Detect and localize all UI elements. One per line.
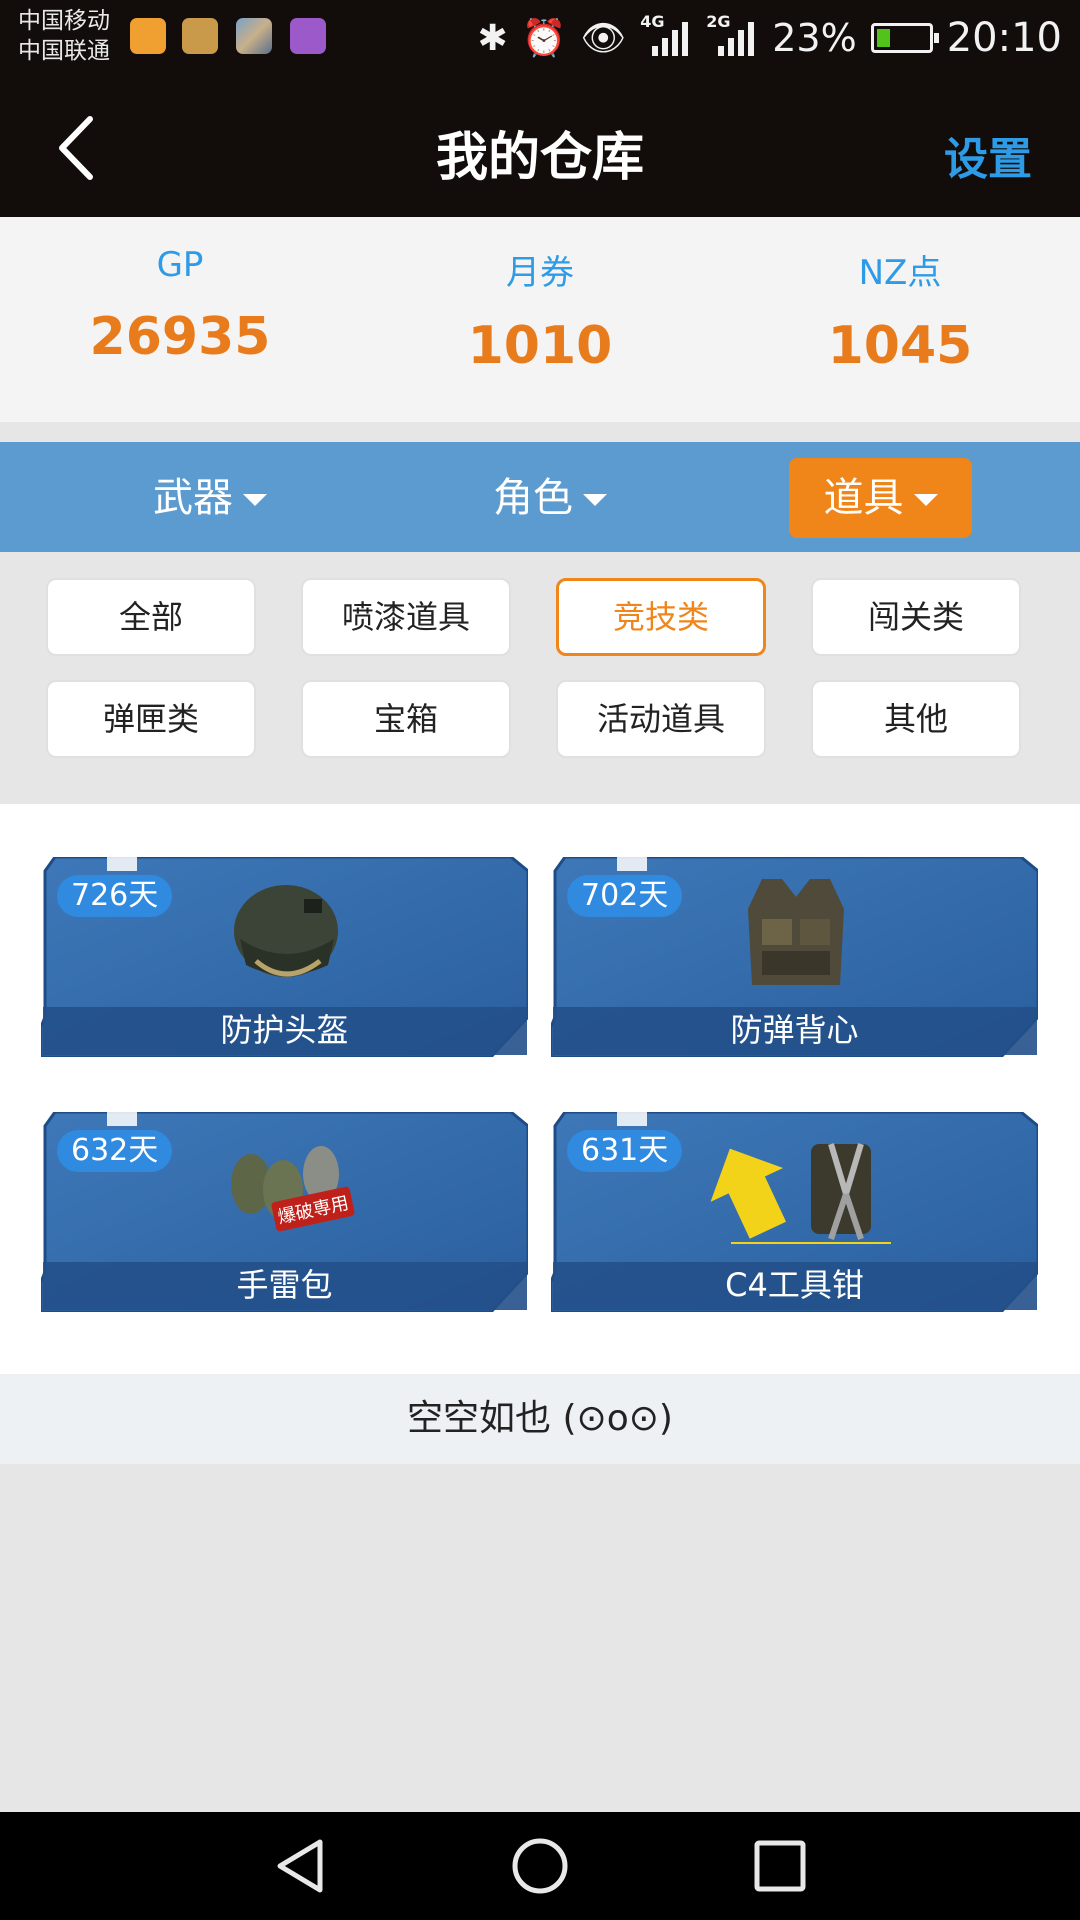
balance-value: 1010 bbox=[467, 316, 613, 376]
signal-2g-icon: 2G bbox=[706, 12, 758, 60]
filter-competitive[interactable]: 竞技类 bbox=[556, 578, 766, 656]
balance-label: NZ点 bbox=[858, 253, 942, 293]
signal-4g-icon: 4G bbox=[640, 12, 692, 60]
days-badge: 631天 bbox=[567, 1130, 683, 1172]
alarm-icon: ⏰ bbox=[521, 18, 567, 59]
balance-label: GP bbox=[156, 245, 204, 285]
balance-voucher: 月券 1010 bbox=[360, 217, 720, 422]
eye-icon: 👁 bbox=[580, 18, 627, 59]
bluetooth-icon: ✱ bbox=[477, 17, 508, 59]
battery-percent: 23% bbox=[772, 16, 857, 60]
days-badge: 726天 bbox=[57, 875, 173, 917]
tab-characters[interactable]: 角色 bbox=[470, 458, 630, 538]
photo-app-icon bbox=[290, 18, 326, 54]
item-card-helmet[interactable]: 726天 防护头盔 bbox=[41, 857, 528, 1057]
nav-recents-icon[interactable] bbox=[750, 1836, 810, 1896]
item-card-c4-pliers[interactable]: 631天 C4工具钳 bbox=[551, 1112, 1038, 1312]
app-header: 我的仓库 设置 bbox=[0, 75, 1080, 217]
carrier-1: 中国移动 bbox=[18, 8, 110, 34]
status-right: ✱ ⏰ 👁 4G 2G 23% 20:10 bbox=[478, 10, 1062, 66]
status-bar: 中国移动 中国联通 ✱ ⏰ 👁 4G 2G 23% 20:10 bbox=[0, 0, 1080, 75]
nav-home-icon[interactable] bbox=[510, 1836, 570, 1896]
days-badge: 702天 bbox=[567, 875, 683, 917]
tab-props[interactable]: 道具 bbox=[789, 458, 972, 538]
chevron-down-icon bbox=[913, 494, 938, 506]
vest-icon bbox=[748, 879, 844, 985]
grenade-pack-icon: 爆破専用 bbox=[231, 1146, 355, 1232]
filter-all[interactable]: 全部 bbox=[46, 578, 256, 656]
settings-button[interactable]: 设置 bbox=[944, 123, 1032, 187]
clock: 20:10 bbox=[946, 15, 1062, 61]
balance-gp: GP 26935 bbox=[0, 217, 360, 422]
battery-icon bbox=[870, 23, 939, 53]
tab-label: 角色 bbox=[493, 475, 573, 521]
filter-magazine[interactable]: 弹匣类 bbox=[46, 680, 256, 758]
empty-note: 空空如也 (⊙o⊙) bbox=[0, 1374, 1080, 1464]
filter-event[interactable]: 活动道具 bbox=[556, 680, 766, 758]
chevron-down-icon bbox=[583, 494, 607, 506]
filter-area: 全部 喷漆道具 竞技类 闯关类 弹匣类 宝箱 活动道具 其他 bbox=[0, 552, 1080, 804]
tab-weapons[interactable]: 武器 bbox=[130, 458, 290, 538]
items-area: 726天 防护头盔 702天 防弹背心 爆破専用 632天 手雷包 631天 C… bbox=[0, 804, 1080, 1374]
c4-pliers-icon bbox=[710, 1143, 891, 1244]
tab-label: 武器 bbox=[153, 475, 233, 521]
qq-icon bbox=[182, 18, 218, 54]
nav-back-icon[interactable] bbox=[270, 1836, 330, 1896]
filter-challenge[interactable]: 闯关类 bbox=[811, 578, 1021, 656]
tab-label: 道具 bbox=[823, 475, 904, 521]
days-badge: 632天 bbox=[57, 1130, 173, 1172]
filter-spray[interactable]: 喷漆道具 bbox=[301, 578, 511, 656]
gallery-thumb-icon bbox=[236, 18, 272, 54]
carrier-labels: 中国移动 中国联通 bbox=[18, 6, 110, 66]
filter-other[interactable]: 其他 bbox=[811, 680, 1021, 758]
helmet-icon bbox=[234, 885, 338, 977]
carrier-2: 中国联通 bbox=[18, 38, 110, 64]
item-name: 防护头盔 bbox=[220, 1011, 349, 1049]
item-name: 手雷包 bbox=[236, 1266, 333, 1304]
item-card-vest[interactable]: 702天 防弹背心 bbox=[551, 857, 1038, 1057]
page-title: 我的仓库 bbox=[435, 128, 644, 188]
uc-browser-icon bbox=[130, 18, 166, 54]
category-bar: 武器 角色 道具 bbox=[0, 442, 1080, 552]
balance-nz: NZ点 1045 bbox=[720, 217, 1080, 422]
item-card-grenade-pack[interactable]: 爆破専用 632天 手雷包 bbox=[41, 1112, 528, 1312]
filter-chest[interactable]: 宝箱 bbox=[301, 680, 511, 758]
system-nav-bar bbox=[0, 1812, 1080, 1920]
balance-label: 月券 bbox=[506, 253, 574, 293]
item-name: C4工具钳 bbox=[725, 1266, 864, 1304]
chevron-down-icon bbox=[243, 494, 267, 506]
balance-value: 26935 bbox=[89, 307, 271, 367]
balance-panel: GP 26935 月券 1010 NZ点 1045 bbox=[0, 217, 1080, 422]
item-name: 防弹背心 bbox=[730, 1011, 859, 1049]
balance-value: 1045 bbox=[827, 316, 973, 376]
